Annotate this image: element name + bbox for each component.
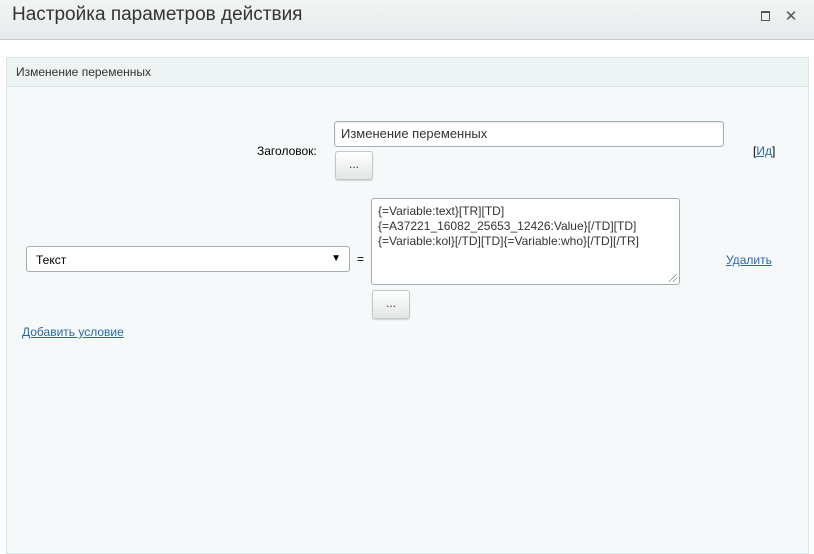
dialog-titlebar: Настройка параметров действия ✕: [0, 0, 814, 40]
add-condition-link[interactable]: Добавить условие: [22, 325, 124, 339]
close-icon: ✕: [784, 8, 798, 25]
close-button[interactable]: ✕: [783, 8, 799, 25]
value-textarea[interactable]: {=Variable:text}[TR][TD] {=A37221_16082_…: [371, 198, 680, 285]
heading-label: Заголовок:: [257, 144, 317, 158]
variable-select[interactable]: Текст ▼: [26, 246, 350, 272]
id-link[interactable]: Ид: [756, 144, 772, 158]
value-line: {=Variable:kol}[/TD][TD]{=Variable:who}[…: [378, 234, 639, 248]
chevron-down-icon: ▼: [331, 253, 341, 264]
dialog-title: Настройка параметров действия: [12, 4, 303, 25]
heading-input-value: Изменение переменных: [341, 126, 488, 141]
variable-select-value: Текст: [36, 253, 67, 267]
panel-title: Изменение переменных: [16, 65, 152, 79]
value-dots-button[interactable]: ...: [372, 290, 410, 319]
id-link-close-bracket: ]: [771, 144, 776, 158]
equals-sign: =: [357, 252, 365, 266]
maximize-icon: [760, 11, 770, 21]
maximize-button[interactable]: [757, 8, 773, 24]
resize-grip-icon[interactable]: [669, 274, 677, 282]
id-link-wrapper: [Ид]: [753, 144, 775, 158]
panel-header: Изменение переменных: [7, 58, 808, 87]
heading-dots-button[interactable]: ...: [335, 151, 373, 180]
value-line: {=A37221_16082_25653_12426:Value}[/TD][T…: [378, 219, 637, 233]
delete-condition-link[interactable]: Удалить: [726, 253, 772, 267]
heading-input[interactable]: Изменение переменных: [334, 121, 724, 147]
value-line: {=Variable:text}[TR][TD]: [378, 204, 505, 218]
